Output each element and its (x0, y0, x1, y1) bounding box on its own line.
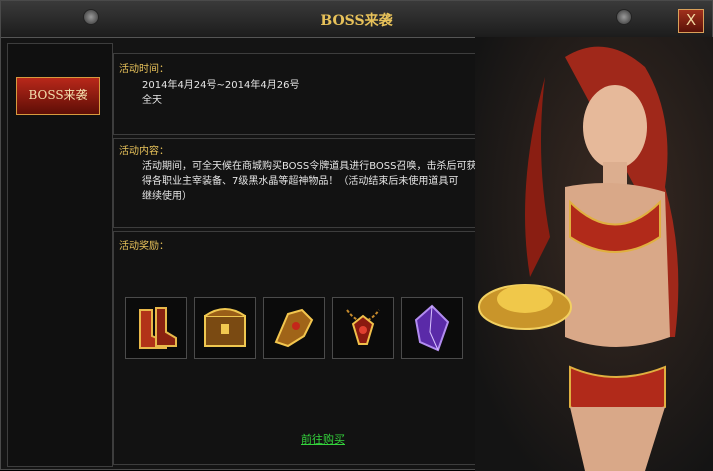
treasure-chest-icon (204, 308, 246, 347)
reward-slot[interactable] (401, 297, 463, 359)
boss-window: BOSS来袭 X BOSS来袭 活动时间： 2014年4月24号~2014年4月… (0, 0, 713, 471)
time-detail: 全天 (142, 95, 162, 106)
character-artwork (475, 37, 713, 471)
content-line: 继续使用） (142, 191, 192, 202)
title-bar: BOSS来袭 X (1, 1, 712, 38)
reward-label: 活动奖励： (119, 241, 169, 252)
boots-icon (139, 307, 177, 349)
purple-crystal-icon (414, 304, 450, 352)
reward-slot[interactable] (125, 297, 187, 359)
time-range: 2014年4月24号~2014年4月26号 (142, 80, 300, 91)
reward-slot[interactable] (194, 297, 256, 359)
reward-slot[interactable] (332, 297, 394, 359)
close-button[interactable]: X (678, 9, 704, 33)
content-label: 活动内容： (119, 146, 169, 157)
content-line: 得各职业主宰装备、7级黑水晶等超神物品！（活动结束后未使用道具可 (142, 176, 459, 187)
content-line: 活动期间，可全天候在商城购买BOSS令牌道具进行BOSS召唤，击杀后可获 (142, 161, 477, 172)
tab-boss[interactable]: BOSS来袭 (16, 77, 100, 115)
time-label: 活动时间： (119, 64, 169, 75)
amulet-icon (346, 309, 380, 345)
reward-slot[interactable] (263, 297, 325, 359)
buy-link[interactable]: 前往购买 (301, 431, 345, 447)
gauntlet-icon (274, 308, 314, 348)
window-title: BOSS来袭 (320, 13, 393, 29)
